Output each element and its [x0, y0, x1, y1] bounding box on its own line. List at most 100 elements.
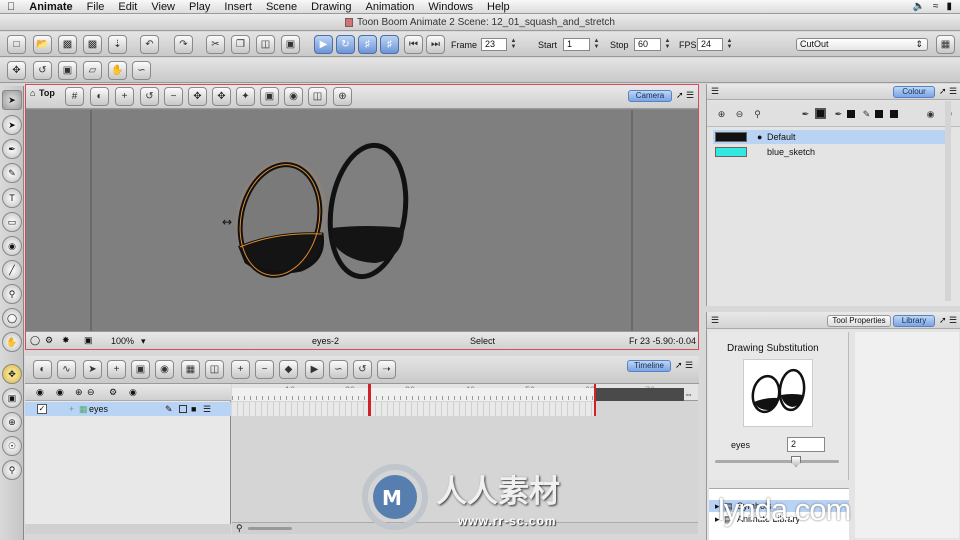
grid-icon[interactable]: #	[65, 87, 84, 106]
peg-icon[interactable]: ◉	[155, 360, 174, 379]
copy-icon[interactable]: ❐	[231, 35, 250, 54]
move-icon[interactable]: ✥	[212, 87, 231, 106]
fps-stepper[interactable]: ▲ ▼	[726, 38, 733, 51]
gear-icon[interactable]: ⚙	[45, 335, 53, 346]
playhead[interactable]	[368, 384, 371, 416]
menu-animate[interactable]: Animate	[22, 1, 79, 13]
brush-colour-icon[interactable]: ✒	[800, 109, 811, 120]
visibility-all-icon[interactable]: ◉	[36, 387, 44, 398]
save-as-icon[interactable]: ▩	[83, 35, 102, 54]
transform-tool-icon[interactable]: ✥	[7, 61, 26, 80]
lock-all-icon[interactable]: ◉	[56, 387, 64, 398]
play-icon[interactable]: ▶	[314, 35, 333, 54]
substitution-field[interactable]: 2	[787, 437, 825, 452]
transform-anim-icon[interactable]: ▣	[2, 388, 22, 408]
tab-timeline[interactable]: Timeline	[627, 360, 671, 372]
reset-icon[interactable]: ↺	[353, 360, 372, 379]
paint-colour-icon[interactable]: ✒	[833, 109, 844, 120]
add-layer-header-icon[interactable]: ⊕	[75, 387, 83, 398]
sound-waveform-icon[interactable]: ∿	[57, 360, 76, 379]
frame-stepper[interactable]: ▲ ▼	[510, 38, 517, 51]
deform-icon[interactable]: ✦	[236, 87, 255, 106]
motion-tween-icon[interactable]: ➤	[83, 360, 102, 379]
remove-colour-icon[interactable]: ⊖	[734, 109, 745, 120]
add-layer-icon[interactable]: +	[107, 360, 126, 379]
reset-view-icon[interactable]: ↺	[140, 87, 159, 106]
stop-marker[interactable]	[594, 384, 596, 416]
palette-list-icon[interactable]: ☰	[711, 86, 719, 97]
battery-icon[interactable]: ▮	[946, 1, 952, 12]
colour-link-icon[interactable]: ◉	[925, 109, 936, 120]
pencil-tool-icon[interactable]: ✎	[2, 163, 22, 183]
render-preview-icon[interactable]: ✸	[62, 335, 70, 346]
menu-help[interactable]: Help	[480, 1, 517, 13]
select-tool-icon[interactable]: ➤	[2, 90, 22, 110]
pan-icon[interactable]: ✥	[188, 87, 207, 106]
drawing-canvas[interactable]: ↔	[26, 110, 698, 331]
menu-drawing[interactable]: Drawing	[304, 1, 358, 13]
stop-field[interactable]: 60	[634, 38, 661, 51]
render-icon[interactable]: ▣	[281, 35, 300, 54]
layer-visible-checkbox[interactable]: ✓	[37, 404, 47, 414]
tab-library[interactable]: Library	[893, 315, 935, 327]
expand-icon[interactable]: +	[69, 404, 74, 414]
menu-edit[interactable]: Edit	[111, 1, 144, 13]
new-scene-icon[interactable]: □	[7, 35, 26, 54]
workspace-select[interactable]: CutOut ⇕	[796, 38, 928, 51]
paint-swatch[interactable]	[847, 110, 855, 118]
open-icon[interactable]: 📂	[33, 35, 52, 54]
layer-props-icon[interactable]: ⚙	[109, 387, 117, 398]
remove-layer-icon[interactable]: ⊖	[87, 387, 95, 398]
pencil-colour-icon[interactable]: ✎	[861, 109, 872, 120]
next-keyframe-icon[interactable]: ▶	[305, 360, 324, 379]
layer-row[interactable]: ✓ + ▦ eyes ✎ ■ ☰	[25, 402, 231, 416]
library-menu-icon[interactable]: ☰	[949, 315, 957, 326]
add-keyframe-icon[interactable]: +	[231, 360, 250, 379]
timeline-menu-icon[interactable]: ☰	[685, 360, 693, 371]
substitution-thumbnail[interactable]	[743, 359, 813, 427]
layer-color-icon[interactable]: ◉	[129, 387, 137, 398]
camera-mask-icon[interactable]: ◉	[284, 87, 303, 106]
timeline-zoom-slider[interactable]	[248, 527, 292, 530]
colour-scrollbar[interactable]	[945, 101, 951, 301]
colour-pin-icon[interactable]: ➚	[939, 86, 947, 97]
substitution-slider[interactable]	[715, 460, 839, 463]
tab-colour[interactable]: Colour	[893, 86, 935, 98]
start-field[interactable]: 1	[563, 38, 590, 51]
animate-tool-icon[interactable]: ✥	[2, 364, 22, 384]
layer-stack-icon[interactable]: ☰	[203, 404, 211, 415]
substitution-slider-thumb[interactable]	[791, 456, 801, 467]
onion-skin-icon[interactable]: ◐	[90, 87, 109, 106]
save-icon[interactable]: ▩	[58, 35, 77, 54]
group-icon[interactable]: ▦	[181, 360, 200, 379]
menu-play[interactable]: Play	[182, 1, 217, 13]
rotate-anim-icon[interactable]: ⊕	[2, 412, 22, 432]
layer-outline-icon[interactable]	[179, 405, 187, 413]
skew-tool-icon[interactable]: ▱	[83, 61, 102, 80]
zoom-tool-icon[interactable]: ◯	[2, 308, 22, 328]
tab-camera[interactable]: Camera	[628, 90, 672, 102]
flip-icon[interactable]: ◫	[308, 87, 327, 106]
menu-view[interactable]: View	[144, 1, 182, 13]
redo-icon[interactable]: ↷	[174, 35, 193, 54]
colour-dropper-icon[interactable]: ⚲	[752, 109, 763, 120]
menu-windows[interactable]: Windows	[421, 1, 480, 13]
timeline-pin-icon[interactable]: ➚	[675, 360, 683, 371]
text-tool-icon[interactable]: T	[2, 188, 22, 208]
stop-stepper[interactable]: ▲ ▼	[664, 38, 671, 51]
start-marker-icon[interactable]	[232, 382, 238, 388]
layer-name[interactable]: eyes	[89, 404, 108, 414]
last-frame-icon[interactable]: ⏭	[426, 35, 445, 54]
rotate-tool-icon[interactable]: ↺	[33, 61, 52, 80]
add-colour-icon[interactable]: ⊕	[716, 109, 727, 120]
menu-scene[interactable]: Scene	[259, 1, 304, 13]
eraser-tool-icon[interactable]: ▭	[2, 212, 22, 232]
composite-icon[interactable]: ◫	[205, 360, 224, 379]
menu-animation[interactable]: Animation	[359, 1, 422, 13]
bone-tool-icon[interactable]: ⚲	[2, 460, 22, 480]
contour-editor-icon[interactable]: ➤	[2, 115, 22, 135]
paint-tool-icon[interactable]: ◉	[2, 236, 22, 256]
wifi-icon[interactable]: ≈	[933, 1, 939, 12]
hand-tool-icon[interactable]: ✋	[108, 61, 127, 80]
tab-tool-properties[interactable]: Tool Properties	[827, 315, 891, 327]
